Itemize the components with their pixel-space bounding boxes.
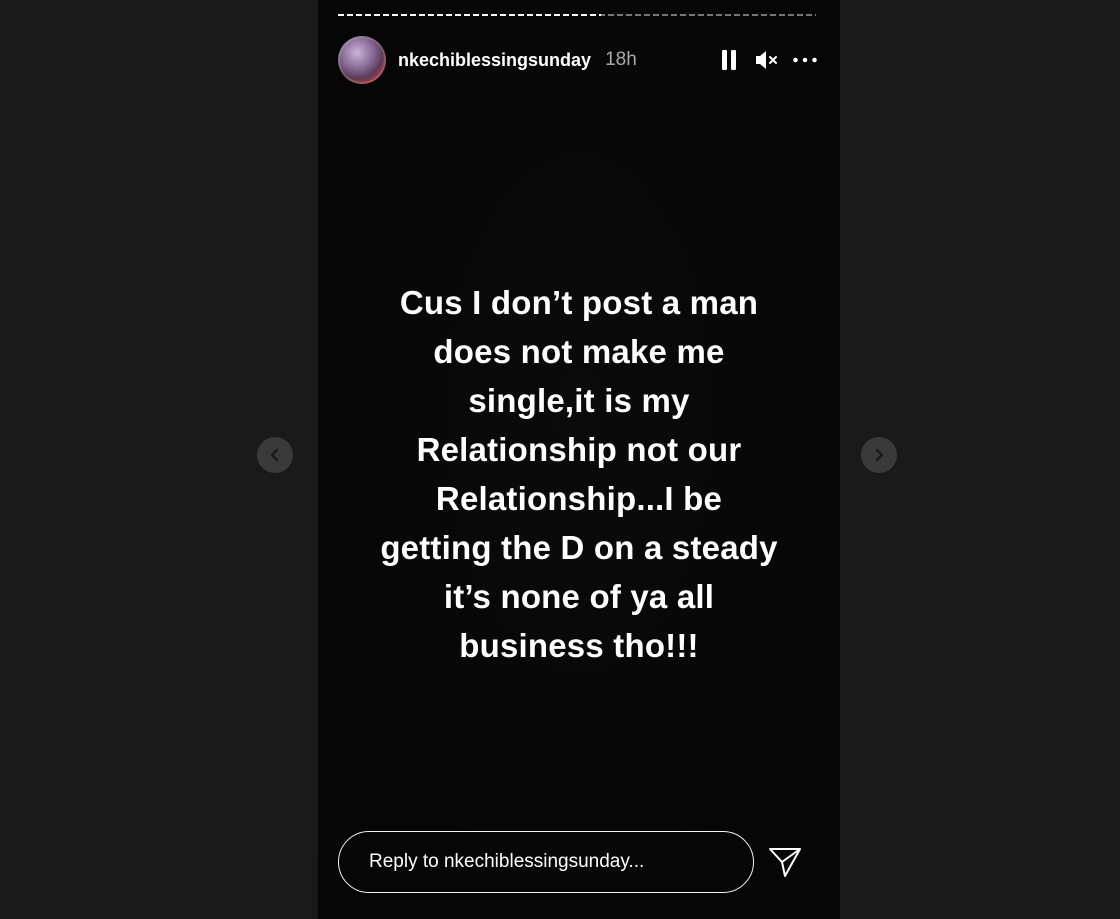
username[interactable]: nkechiblessingsunday — [398, 50, 591, 71]
progress-fill — [338, 14, 601, 16]
avatar[interactable] — [338, 36, 386, 84]
story-header: nkechiblessingsunday 18h — [338, 36, 818, 84]
reply-input[interactable] — [338, 831, 754, 893]
pause-icon — [722, 50, 736, 70]
story-controls — [716, 46, 818, 74]
progress-track — [338, 14, 816, 16]
story-card[interactable]: nkechiblessingsunday 18h Cus I don’t pos… — [318, 0, 840, 919]
muted-speaker-icon — [756, 51, 777, 69]
next-story-button[interactable] — [861, 437, 897, 473]
reply-bar — [338, 830, 818, 894]
chevron-left-icon — [270, 448, 279, 462]
timestamp: 18h — [605, 49, 637, 70]
more-horizontal-icon — [793, 57, 817, 63]
mute-button[interactable] — [754, 46, 780, 74]
previous-story-button[interactable] — [257, 437, 293, 473]
chevron-right-icon — [875, 448, 884, 462]
send-icon — [769, 848, 801, 877]
story-viewer: nkechiblessingsunday 18h Cus I don’t pos… — [0, 0, 1120, 919]
story-text: Cus I don’t post a man does not make me … — [380, 284, 778, 664]
pause-button[interactable] — [716, 46, 742, 74]
send-button[interactable] — [768, 845, 802, 879]
story-progress-bar — [338, 14, 816, 16]
more-options-button[interactable] — [792, 46, 818, 74]
